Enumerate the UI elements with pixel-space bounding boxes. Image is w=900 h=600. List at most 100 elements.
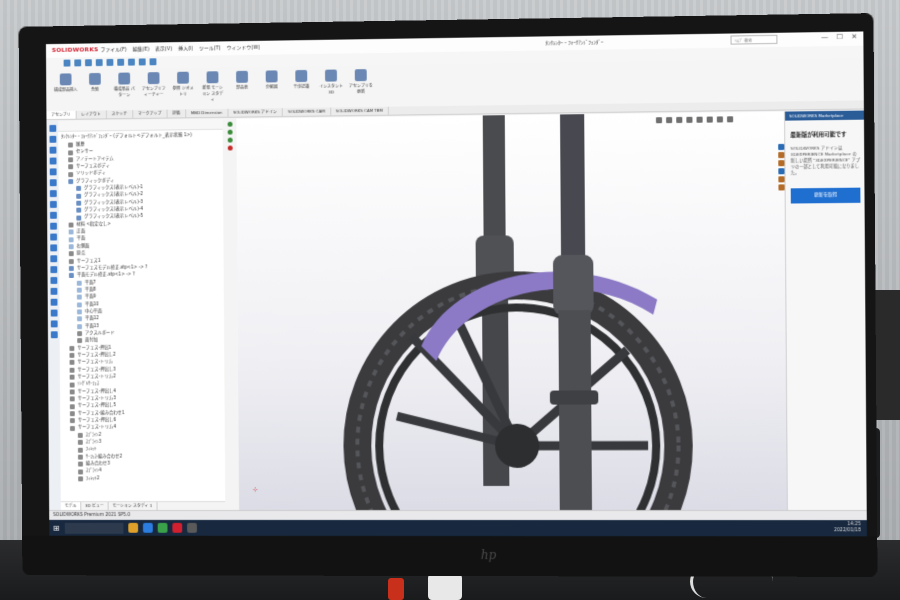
ribbon-button[interactable]: 構成部品挿入 [54,73,78,93]
tree-item-label: 平面モデル修正.stp<1> -> ? [76,272,135,279]
pan-icon[interactable] [50,309,58,317]
command-tab[interactable]: レイアウト [76,110,107,119]
appearance-icon[interactable] [49,255,57,263]
minimize-button[interactable]: — [821,33,828,41]
taskbar-search[interactable] [64,522,124,534]
heads-up-view-toolbar [655,116,734,124]
select-icon[interactable] [128,58,135,66]
close-button[interactable]: ✕ [851,33,857,41]
menu-item[interactable]: 編集(E) [133,46,150,52]
tree-bottom-tab[interactable]: モデル [60,502,82,511]
rebuild-icon[interactable] [138,58,146,66]
view-orientation-icon[interactable] [696,116,703,123]
sketch-icon[interactable] [49,211,57,219]
edit-appearance-icon[interactable] [726,116,734,123]
plane-icon [76,287,82,293]
get-update-button[interactable]: 更新を取得 [790,187,861,204]
undo-icon[interactable] [106,58,114,66]
tree-item[interactable]: ﾌｨﾚｯﾄ2 [61,475,226,482]
chrome-taskbar-icon[interactable] [157,522,168,533]
open-file-icon[interactable] [74,59,82,67]
hide-show-icon[interactable] [50,287,57,295]
command-tab[interactable]: SOLIDWORKS CAM TBM [330,106,389,116]
appearances-icon[interactable] [778,176,785,183]
ribbon-button[interactable]: インスタント 3D [319,69,343,95]
ribbon-button[interactable]: アセンブリフィーチャー [142,72,166,98]
zoom-to-fit-icon[interactable] [655,117,663,124]
hide-items-icon[interactable] [716,116,723,123]
solidworks-taskbar-icon[interactable] [172,522,183,533]
zoom-area-icon[interactable] [666,117,673,124]
ribbon-button[interactable]: 部品表 [230,70,254,91]
command-tab[interactable]: SOLIDWORKS CAM [282,107,331,117]
cam-manager-icon[interactable] [49,179,57,187]
options-icon[interactable] [149,58,157,66]
print-icon[interactable] [95,59,103,67]
ribbon-command-icon [89,72,101,85]
edge-taskbar-icon[interactable] [142,522,153,533]
desk-toy-white [428,574,462,600]
view-icon[interactable] [49,276,57,284]
feat-icon [68,258,74,264]
menu-item[interactable]: ツール(T) [199,44,221,51]
ribbon-button[interactable]: 干渉認識 [289,69,313,90]
settings-icon[interactable] [50,331,58,339]
mates-icon[interactable] [49,222,57,230]
menu-item[interactable]: 挿入(I) [178,45,193,52]
design-library-icon[interactable] [778,152,785,159]
help-search-input[interactable]: ﾍﾙﾌﾟ 検索 [730,34,778,45]
file-explorer-taskbar-icon[interactable] [128,522,139,533]
tree-list: 履歴 センサー アノテートアイテム サーフェスボディ ソリッドボディ グラフィックボディグ… [58,140,225,483]
menu-item[interactable]: ファイル(F) [101,46,127,53]
ribbon-command-icon [354,69,367,82]
graphics-viewport[interactable]: ⊹ [236,111,787,511]
section-view-icon[interactable] [686,116,693,123]
save-icon[interactable] [85,59,92,67]
windows-start-icon[interactable]: ⊞ [49,520,63,536]
property-manager-icon[interactable] [49,135,56,143]
app-taskbar-icon[interactable] [187,522,197,533]
ribbon-button-label: 分解図 [265,84,278,90]
layers-icon[interactable] [49,200,57,208]
scene-icon[interactable] [49,266,57,274]
display-manager-icon[interactable] [49,168,57,176]
ribbon-button-label: 構成部品挿入 [54,87,78,93]
ribbon-button[interactable]: 新規 モーション スタディ [201,71,225,103]
display-style-icon[interactable] [706,116,713,123]
new-file-icon[interactable] [63,59,71,67]
configuration-manager-icon[interactable] [49,146,56,154]
command-tab[interactable]: マークアップ [133,109,168,119]
menu-item[interactable]: 表示(V) [155,45,172,52]
command-tab[interactable]: 評価 [167,109,187,118]
menu-item[interactable]: ウィンドウ(W) [227,44,260,51]
resources-icon[interactable] [778,143,785,151]
ribbon-button[interactable]: アセンブリを 更新 [349,69,373,95]
measure-icon[interactable] [49,233,57,241]
custom-properties-icon[interactable] [778,184,785,191]
command-tab[interactable]: アセンブリ [46,110,77,120]
file-explorer-icon[interactable] [778,160,785,167]
ribbon-command-icon [265,70,278,83]
ribbon-button[interactable]: 分解図 [260,70,284,90]
ribbon-button[interactable]: 合致 [83,72,107,93]
view-palette-icon[interactable] [778,168,785,175]
previous-view-icon[interactable] [676,116,683,124]
feat-icon [78,461,83,467]
command-tab[interactable]: スケッチ [106,110,134,119]
section-icon[interactable] [49,244,57,252]
feature-manager-icon[interactable] [48,124,56,132]
zoom-icon[interactable] [50,298,57,306]
ribbon-button[interactable]: 参照 ジオメトリ [171,71,195,98]
command-tab[interactable]: MBD Dimension [185,108,229,118]
dim-xpert-icon[interactable] [49,157,57,165]
command-tab[interactable]: SOLIDWORKS アドイン [228,108,283,117]
tree-bottom-tab[interactable]: モーション スタディ 1 [108,502,158,511]
redo-icon[interactable] [117,58,125,66]
feat-icon [69,382,75,388]
rotate-icon[interactable] [50,320,58,328]
maximize-button[interactable]: ☐ [837,33,843,41]
filter-icon[interactable] [49,190,57,198]
taskbar-clock[interactable]: 14:25 2022/01/18 [834,522,861,534]
ribbon-button[interactable]: 構成部品 パターン [112,72,136,98]
tree-bottom-tab[interactable]: 3D ビュー [81,502,109,511]
